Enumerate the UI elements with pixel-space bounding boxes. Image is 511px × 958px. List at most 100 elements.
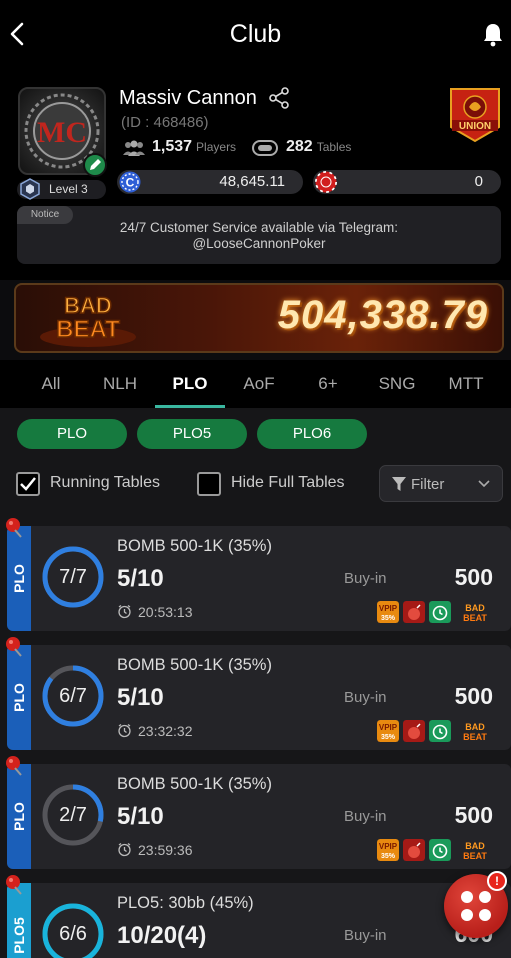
vpip-pct: 35% xyxy=(381,734,396,741)
table-name: BOMB 500-1K (35%) xyxy=(117,537,272,555)
funnel-icon xyxy=(392,477,406,491)
chevron-down-icon xyxy=(478,480,490,488)
table-feature-badges: VPIP 35% BAD BEAT xyxy=(377,839,497,861)
level-hexagon-icon xyxy=(20,178,40,200)
seats-count: 6/6 xyxy=(59,923,87,945)
table-blinds: 10/20(4) xyxy=(117,922,207,949)
club-level-label: Level 3 xyxy=(49,182,88,196)
club-id: (ID : 468486) xyxy=(121,114,209,131)
running-tables-label[interactable]: Running Tables xyxy=(50,474,160,492)
table-card[interactable]: PLO 7/7 BOMB 500-1K (35%) 5/10 20:53:13 Buy-i… xyxy=(7,526,511,631)
game-type-tabs: All NLH PLO AoF 6+ SNG MTT xyxy=(0,360,511,408)
union-balance: 0 xyxy=(313,170,501,194)
buyin-value: 500 xyxy=(454,564,493,590)
vpip-label: VPIP xyxy=(379,842,398,851)
table-feature-badges: VPIP 35% BAD BEAT xyxy=(377,601,497,623)
tab-nlh[interactable]: NLH xyxy=(87,374,153,394)
buyin-value: 500 xyxy=(454,802,493,828)
bomb-pot-icon xyxy=(403,839,425,861)
seats-count: 7/7 xyxy=(59,566,87,588)
pin-icon xyxy=(4,873,24,895)
vpip-badge: VPIP 35% xyxy=(377,720,399,742)
union-label: UNION xyxy=(459,121,491,132)
svg-text:BAD: BAD xyxy=(465,841,485,851)
jackpot-amount: 504,338.79 xyxy=(277,293,488,337)
bad-beat-logo: BAD BEAT xyxy=(40,292,136,347)
pin-icon xyxy=(4,516,24,538)
subfilter-plo5[interactable]: PLO5 xyxy=(137,419,247,449)
share-icon[interactable] xyxy=(268,87,290,109)
vpip-label: VPIP xyxy=(379,604,398,613)
subfilter-plo6[interactable]: PLO6 xyxy=(257,419,367,449)
club-coin-icon: C xyxy=(119,171,141,193)
bad-beat-line1: BAD xyxy=(64,293,112,318)
checkmark-icon xyxy=(20,477,36,491)
buyin-label: Buy-in xyxy=(344,689,387,706)
alarm-clock-icon xyxy=(118,723,131,738)
bomb-pot-icon xyxy=(403,601,425,623)
buyin-label: Buy-in xyxy=(344,808,387,825)
tables-label: Tables xyxy=(316,140,352,154)
svg-text:BEAT: BEAT xyxy=(463,613,487,623)
tables-count: 282 xyxy=(286,138,313,155)
bad-beat-badge-icon: BADBEAT xyxy=(463,722,487,742)
tab-6plus[interactable]: 6+ xyxy=(295,374,361,394)
pencil-icon xyxy=(90,159,101,170)
filter-label: Filter xyxy=(411,476,445,493)
table-blinds: 5/10 xyxy=(117,565,164,592)
union-badge[interactable]: UNION xyxy=(449,87,501,143)
players-icon xyxy=(123,140,145,156)
table-card[interactable]: PLO56/6PLO5: 30bb (45%)10/20(4)Buy-in600 xyxy=(7,883,511,958)
vpip-pct: 35% xyxy=(381,853,396,860)
union-balance-value: 0 xyxy=(474,173,483,190)
hide-full-tables-label[interactable]: Hide Full Tables xyxy=(231,474,345,492)
game-type-tag: PLO xyxy=(7,526,31,631)
subfilter-plo[interactable]: PLO xyxy=(17,419,127,449)
table-time: 23:32:32 xyxy=(138,723,193,739)
timer-icon xyxy=(429,720,451,742)
svg-text:BAD: BAD xyxy=(465,722,485,732)
alarm-clock-icon xyxy=(118,604,131,619)
bell-icon[interactable] xyxy=(481,20,505,48)
table-name: BOMB 500-1K (35%) xyxy=(117,656,272,674)
notice-box: Notice 24/7 Customer Service available v… xyxy=(17,206,501,264)
notice-text: 24/7 Customer Service available via Tele… xyxy=(119,220,399,251)
svg-text:BEAT: BEAT xyxy=(463,732,487,742)
table-feature-badges: VPIP 35% BAD BEAT xyxy=(377,720,497,742)
hide-full-tables-checkbox[interactable] xyxy=(197,472,221,496)
svg-text:C: C xyxy=(126,176,135,190)
bomb-pot-icon xyxy=(403,720,425,742)
players-count: 1,537 xyxy=(152,138,193,155)
bad-beat-badge-icon: BADBEAT xyxy=(463,841,487,861)
tab-plo[interactable]: PLO xyxy=(157,374,223,394)
edit-club-button[interactable] xyxy=(83,153,107,177)
chips-balance: C 48,645.11 xyxy=(117,170,303,194)
tab-sng[interactable]: SNG xyxy=(364,374,430,394)
bad-beat-badge-icon: BADBEAT xyxy=(463,603,487,623)
alarm-clock-icon xyxy=(118,842,131,857)
table-time: 23:59:36 xyxy=(138,842,193,858)
table-name: PLO5: 30bb (45%) xyxy=(117,894,254,912)
vpip-pct: 35% xyxy=(381,615,396,622)
tab-all[interactable]: All xyxy=(18,374,84,394)
table-icon xyxy=(252,140,278,156)
svg-text:MC: MC xyxy=(37,116,87,149)
tab-aof[interactable]: AoF xyxy=(226,374,292,394)
svg-text:BEAT: BEAT xyxy=(463,851,487,861)
page-title: Club xyxy=(229,20,282,48)
seats-count: 6/7 xyxy=(59,685,87,707)
tab-mtt[interactable]: MTT xyxy=(433,374,499,394)
svg-text:BAD: BAD xyxy=(465,603,485,613)
running-tables-checkbox[interactable] xyxy=(16,472,40,496)
table-card[interactable]: PLO 6/7 BOMB 500-1K (35%) 5/10 23:32:32 Buy-i… xyxy=(7,645,511,750)
poker-chip-icon xyxy=(315,171,337,193)
alert-badge: ! xyxy=(487,871,507,891)
bad-beat-jackpot-banner[interactable]: BAD BEAT 504,338.79 xyxy=(14,283,504,353)
players-label: Players xyxy=(196,140,237,154)
table-card[interactable]: PLO 2/7 BOMB 500-1K (35%) 5/10 23:59:36 Buy-i… xyxy=(7,764,511,869)
filter-dropdown[interactable]: Filter xyxy=(379,465,503,502)
seats-count: 2/7 xyxy=(59,804,87,826)
club-level-badge: Level 3 xyxy=(17,178,106,200)
pin-icon xyxy=(4,635,24,657)
bad-beat-line2: BEAT xyxy=(56,316,120,343)
